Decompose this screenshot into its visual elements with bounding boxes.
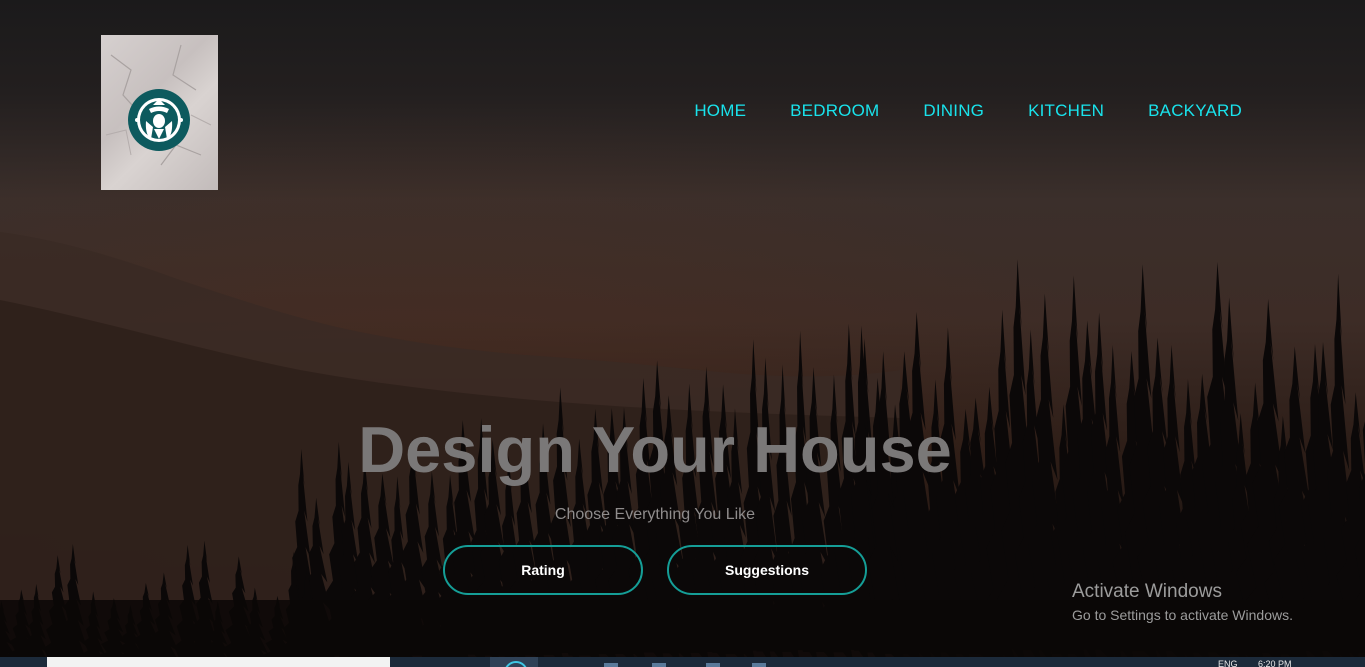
nav-item-kitchen[interactable]: KITCHEN xyxy=(1028,100,1104,122)
store-icon[interactable] xyxy=(752,663,766,667)
activate-windows-subtitle: Go to Settings to activate Windows. xyxy=(1072,607,1293,623)
task-view-icon[interactable] xyxy=(604,663,618,667)
activate-windows-watermark: Activate Windows Go to Settings to activ… xyxy=(1072,580,1293,624)
taskbar: ENG 6:20 PM xyxy=(0,657,1365,667)
hero-title: Design Your House xyxy=(358,413,952,486)
hero-subtitle: Choose Everything You Like xyxy=(554,506,756,523)
clock[interactable]: 6:20 PM xyxy=(1258,659,1292,667)
browser-icon[interactable] xyxy=(706,663,720,667)
nav-item-bedroom[interactable]: BEDROOM xyxy=(790,100,879,122)
starbucks-siren-logo-icon xyxy=(105,44,212,166)
nav-item-home[interactable]: HOME xyxy=(694,100,746,122)
file-explorer-icon[interactable] xyxy=(652,663,666,667)
nav-item-dining[interactable]: DINING xyxy=(923,100,984,122)
cortana-icon[interactable] xyxy=(490,657,538,667)
brand-logo[interactable] xyxy=(101,35,218,190)
main-nav: HOME BEDROOM DINING KITCHEN BACKYARD xyxy=(694,100,1242,122)
nav-item-backyard[interactable]: BACKYARD xyxy=(1148,100,1242,122)
page: HOME BEDROOM DINING KITCHEN BACKYARD Des… xyxy=(0,0,1365,667)
taskbar-search-box[interactable] xyxy=(47,657,390,667)
suggestions-button[interactable]: Suggestions xyxy=(667,545,867,595)
language-indicator[interactable]: ENG xyxy=(1218,659,1238,667)
activate-windows-title: Activate Windows xyxy=(1072,581,1222,602)
rating-button[interactable]: Rating xyxy=(443,545,643,595)
